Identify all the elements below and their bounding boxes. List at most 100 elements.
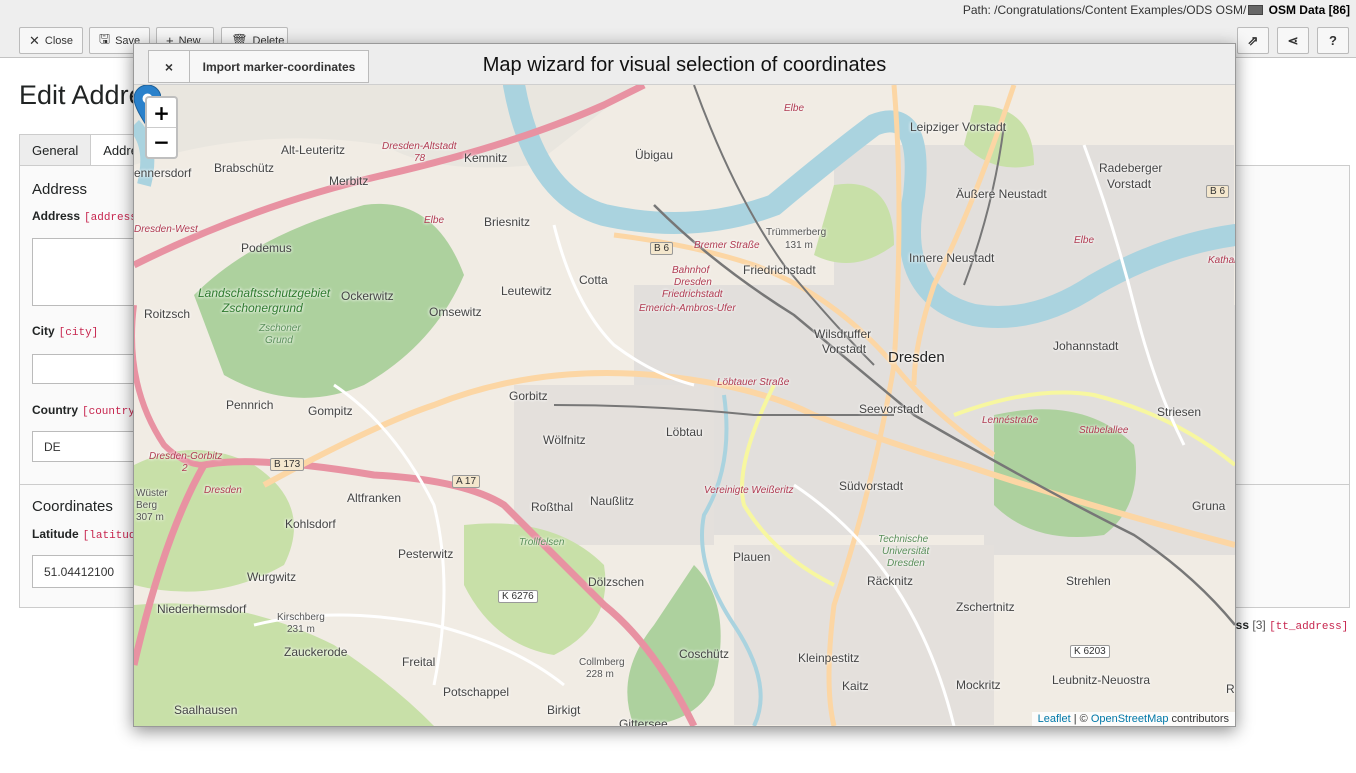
map-label: Vorstadt [822, 342, 867, 356]
latitude-label: Latitude [latitude] [32, 527, 149, 542]
map-label: Dölzschen [588, 575, 645, 589]
map-label: Coschütz [679, 647, 730, 661]
map-label: Collmberg [579, 657, 625, 668]
map-label: Dresden [888, 349, 945, 366]
map-label: Brabschütz [214, 161, 275, 175]
map-label: Dresden [674, 277, 712, 288]
record-count: [3] [1252, 618, 1266, 632]
map-label: Äußere Neustadt [956, 187, 1047, 201]
section-coordinates-title: Coordinates [32, 498, 113, 515]
attribution-suffix: contributors [1168, 713, 1229, 725]
map-label: Technische [878, 534, 929, 545]
attribution-separator: | © [1070, 713, 1091, 725]
map-label: 231 m [287, 624, 315, 635]
map-label: Merbitz [329, 174, 369, 188]
road-label: Löbtauer Straße [717, 377, 790, 388]
road-label: Dresden-West [134, 224, 198, 235]
map-label: Briesnitz [484, 215, 531, 229]
map-label: Birkigt [547, 703, 581, 717]
map-label: Zschonergrund [222, 301, 303, 315]
road-shield: B 173 [270, 458, 305, 471]
tab-general[interactable]: General [19, 134, 92, 166]
open-new-window-button[interactable]: ⇗ [1237, 27, 1269, 54]
city-label-text: City [32, 324, 55, 338]
map-label: Striesen [1157, 405, 1202, 419]
road-label: Bremer Straße [694, 240, 760, 251]
road-label: 2 [182, 463, 188, 474]
map-label: Universität [882, 546, 930, 557]
map-label: Potschappel [443, 685, 510, 699]
leaflet-link[interactable]: Leaflet [1038, 713, 1071, 725]
country-label: Country [country] [32, 403, 141, 418]
map-label: Roitzsch [144, 307, 191, 321]
road-shield: K 6276 [498, 590, 538, 603]
map-label: 307 m [136, 512, 164, 523]
map-label: Omsewitz [429, 305, 482, 319]
map-label: Trümmerberg [766, 227, 827, 238]
road-shield: B 6 [650, 242, 674, 255]
road-label: Dresden-Altstadt [382, 141, 457, 152]
modal-title: Map wizard for visual selection of coord… [482, 54, 887, 76]
section-address-title: Address [32, 181, 88, 198]
map-label: Berg [136, 500, 158, 511]
map-label: Pennrich [226, 398, 274, 412]
page-name[interactable]: OSM Data [86] [1269, 3, 1350, 17]
map-label: Saalhausen [174, 703, 238, 717]
record-table-reference: ess [3] [tt_address] [1229, 618, 1348, 633]
map-label: Löbtau [666, 425, 703, 439]
address-label-text: Address [32, 209, 81, 223]
map-label: Südvorstadt [839, 479, 904, 493]
road-label: Stübelallee [1079, 425, 1129, 436]
map-label: Vorstadt [1107, 177, 1152, 191]
share-icon: ⋖ [1287, 32, 1299, 48]
road-label: Dresden [204, 485, 242, 496]
map-label: 228 m [586, 669, 614, 680]
share-button[interactable]: ⋖ [1277, 27, 1309, 54]
map-label: Räcknitz [867, 574, 914, 588]
map-label: Mockritz [956, 678, 1001, 692]
close-button[interactable]: ✕ Close [19, 27, 83, 54]
road-label: Elbe [424, 215, 445, 226]
city-label: City [city] [32, 324, 98, 339]
table-code: [tt_address] [1269, 621, 1349, 633]
external-link-icon: ⇗ [1247, 32, 1259, 48]
map-label: Roßthal [531, 500, 574, 514]
map-label: Bahnhof [672, 265, 710, 276]
map-label: Grund [265, 335, 293, 346]
map-label: Wilsdruffer [814, 327, 872, 341]
modal-header: × Import marker-coordinates Map wizard f… [134, 44, 1235, 85]
road-label: Elbe [1074, 235, 1095, 246]
map-label: Friedrichstadt [743, 263, 816, 277]
help-button[interactable]: ? [1317, 27, 1349, 54]
map-label: Kirschberg [277, 612, 325, 623]
map-label: Gittersee [619, 717, 668, 726]
road-label: Dresden-Gorbitz [149, 451, 223, 462]
map-label: Trollfelsen [519, 537, 565, 548]
close-icon: ✕ [29, 32, 40, 48]
map-attribution: Leaflet | © OpenStreetMap contributors [1031, 712, 1235, 726]
map-label: Wurgwitz [247, 570, 297, 584]
map-label: Radeberger [1099, 161, 1163, 175]
save-icon: 🖫 [99, 30, 111, 46]
zoom-out-button[interactable]: − [147, 127, 176, 156]
map-label: Kleinpestitz [798, 651, 860, 665]
map-label: Alt-Leuteritz [281, 143, 346, 157]
map-wizard-modal: × Import marker-coordinates Map wizard f… [133, 43, 1236, 727]
map-label: Leutewitz [501, 284, 552, 298]
osm-link[interactable]: OpenStreetMap [1091, 713, 1169, 725]
map-label: Podemus [241, 241, 292, 255]
map-label: Strehlen [1066, 574, 1111, 588]
zoom-in-button[interactable]: + [147, 98, 176, 127]
map-label: Seevorstadt [859, 402, 924, 416]
map-view[interactable]: Leipziger Vorstadt Radeberger Vorstadt Ä… [134, 85, 1235, 726]
road-label: Katharinenstraße [1208, 255, 1235, 266]
map-label: Gompitz [308, 404, 353, 418]
map-label: Friedrichstadt [662, 289, 723, 300]
road-label: Elbe [784, 103, 805, 114]
map-label: Dresden [887, 558, 925, 569]
road-label: Emerich-Ambros-Ufer [639, 303, 736, 314]
map-label: Zschoner [259, 323, 301, 334]
map-label: Wölfnitz [543, 433, 586, 447]
map-label: Naußlitz [590, 494, 635, 508]
help-icon: ? [1329, 33, 1337, 48]
